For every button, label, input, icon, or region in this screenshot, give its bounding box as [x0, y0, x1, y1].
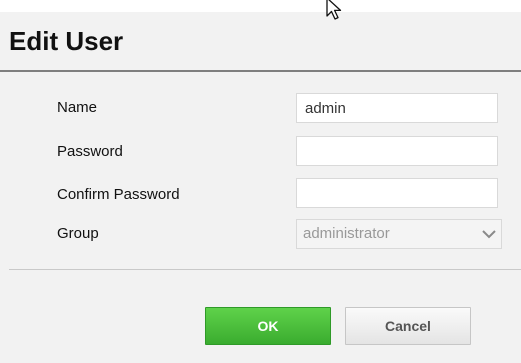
- mouse-pointer-icon: [326, 0, 342, 20]
- confirm-password-field[interactable]: [296, 178, 498, 208]
- name-field[interactable]: [296, 93, 498, 123]
- confirm-password-label: Confirm Password: [57, 186, 180, 203]
- password-label: Password: [57, 143, 123, 160]
- cancel-button[interactable]: Cancel: [345, 307, 471, 345]
- dialog-title: Edit User: [9, 26, 124, 56]
- name-label: Name: [57, 99, 98, 116]
- group-label: Group: [57, 225, 99, 242]
- group-select-value: administrator: [303, 225, 390, 242]
- header-divider: [0, 70, 521, 72]
- chevron-down-icon: [482, 230, 496, 239]
- dialog-header: Edit User: [0, 12, 521, 70]
- top-strip: [0, 0, 521, 12]
- footer-divider: [9, 269, 521, 270]
- ok-button[interactable]: OK: [205, 307, 331, 345]
- group-select[interactable]: administrator: [296, 219, 502, 249]
- edit-user-dialog: Edit User Name Password Confirm Password…: [0, 12, 521, 363]
- password-field[interactable]: [296, 136, 498, 166]
